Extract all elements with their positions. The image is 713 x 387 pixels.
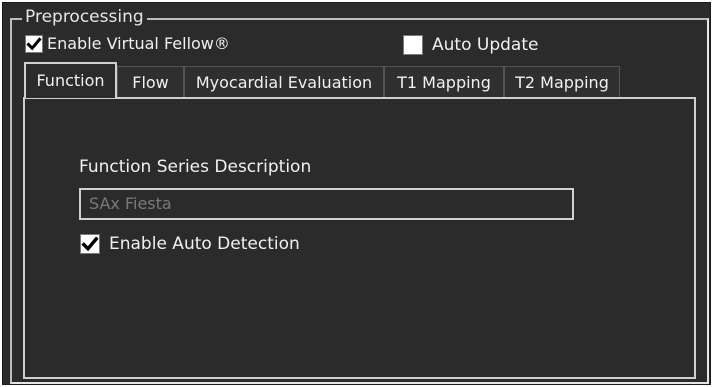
tab-myocardial-evaluation[interactable]: Myocardial Evaluation [184, 66, 384, 98]
tab-flow[interactable]: Flow [117, 66, 184, 98]
enable-virtual-fellow-label[interactable]: Enable Virtual Fellow® [47, 33, 230, 55]
auto-update-label[interactable]: Auto Update [432, 34, 538, 56]
checkmark-icon [81, 236, 99, 252]
tab-function[interactable]: Function [24, 62, 117, 98]
enable-virtual-fellow-checkbox[interactable] [25, 35, 43, 53]
function-series-description-field[interactable]: SAx Fiesta [79, 188, 574, 220]
preprocessing-panel-root: Preprocessing Enable Virtual Fellow® Aut… [0, 0, 713, 387]
enable-auto-detection-checkbox[interactable] [80, 234, 100, 254]
function-series-description-label: Function Series Description [79, 157, 312, 177]
groupbox-title: Preprocessing [22, 6, 147, 28]
tab-t2-mapping[interactable]: T2 Mapping [504, 66, 620, 98]
enable-auto-detection-label[interactable]: Enable Auto Detection [109, 233, 300, 255]
tab-t1-mapping[interactable]: T1 Mapping [384, 66, 504, 98]
auto-update-checkbox[interactable] [403, 35, 423, 55]
checkmark-icon [26, 37, 42, 51]
